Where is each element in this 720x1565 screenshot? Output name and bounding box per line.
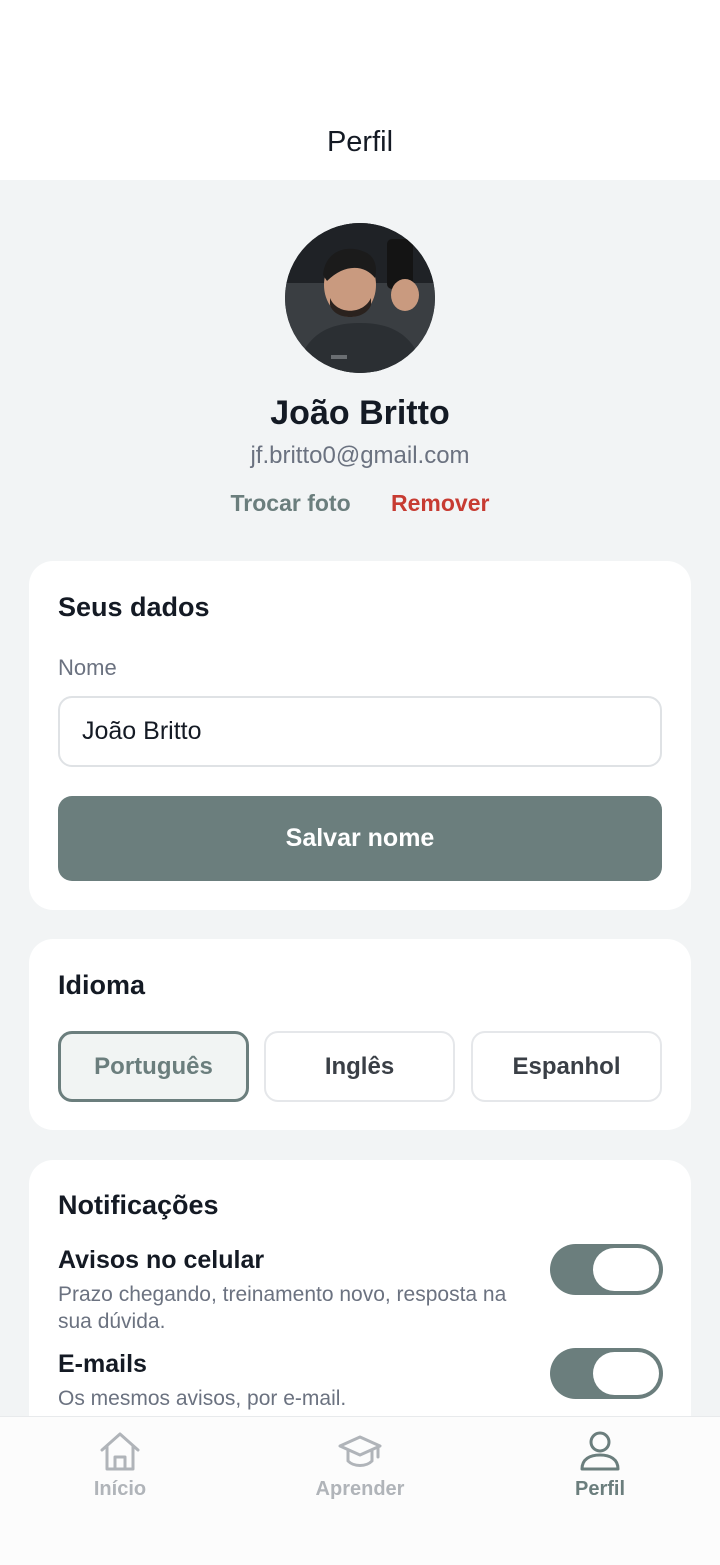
profile-name: João Britto (270, 394, 450, 432)
avatar-photo (285, 223, 435, 373)
tab-learn-label: Aprender (315, 1478, 405, 1500)
top-header: Perfil (0, 0, 720, 180)
push-notifications-toggle[interactable] (550, 1244, 663, 1295)
tab-profile-label: Perfil (574, 1478, 626, 1500)
email-notifications-toggle[interactable] (550, 1348, 663, 1399)
personal-data-title: Seus dados (58, 592, 210, 622)
photo-actions: Trocar foto Remover (0, 490, 720, 517)
notifications-title: Notificações (58, 1190, 219, 1220)
tab-profile[interactable]: Perfil (480, 1417, 720, 1527)
language-option-english[interactable]: Inglês (264, 1031, 455, 1102)
user-icon (580, 1431, 620, 1471)
push-notifications-title: Avisos no celular (58, 1246, 265, 1274)
page-title: Perfil (326, 126, 394, 158)
name-field-label: Nome (58, 655, 117, 680)
name-field[interactable] (58, 696, 662, 767)
notifications-card: Notificações Avisos no celular Prazo che… (29, 1160, 691, 1460)
toggle-knob (593, 1352, 659, 1395)
toggle-knob (593, 1248, 659, 1291)
language-option-spanish[interactable]: Espanhol (471, 1031, 662, 1102)
save-name-button[interactable]: Salvar nome (58, 796, 662, 881)
bottom-tab-bar: Início Aprender Perfil (0, 1416, 720, 1565)
avatar (285, 223, 435, 373)
language-card: Idioma Português Inglês Espanhol (29, 939, 691, 1130)
email-notifications-title: E-mails (58, 1350, 147, 1378)
language-option-portuguese[interactable]: Português (58, 1031, 249, 1102)
profile-email: jf.britto0@gmail.com (250, 442, 470, 469)
email-notifications-description: Os mesmos avisos, por e-mail. (58, 1387, 347, 1410)
tab-home-label: Início (93, 1478, 147, 1500)
home-icon (100, 1432, 140, 1471)
change-photo-button[interactable]: Trocar foto (231, 490, 351, 517)
graduation-cap-icon (338, 1435, 382, 1467)
tab-home[interactable]: Início (0, 1417, 240, 1527)
remove-photo-button[interactable]: Remover (391, 490, 489, 517)
personal-data-card: Seus dados Nome Salvar nome (29, 561, 691, 910)
push-notifications-description: Prazo chegando, treinamento novo, respos… (58, 1283, 507, 1333)
tab-learn[interactable]: Aprender (240, 1417, 480, 1527)
language-title: Idioma (58, 970, 146, 1000)
